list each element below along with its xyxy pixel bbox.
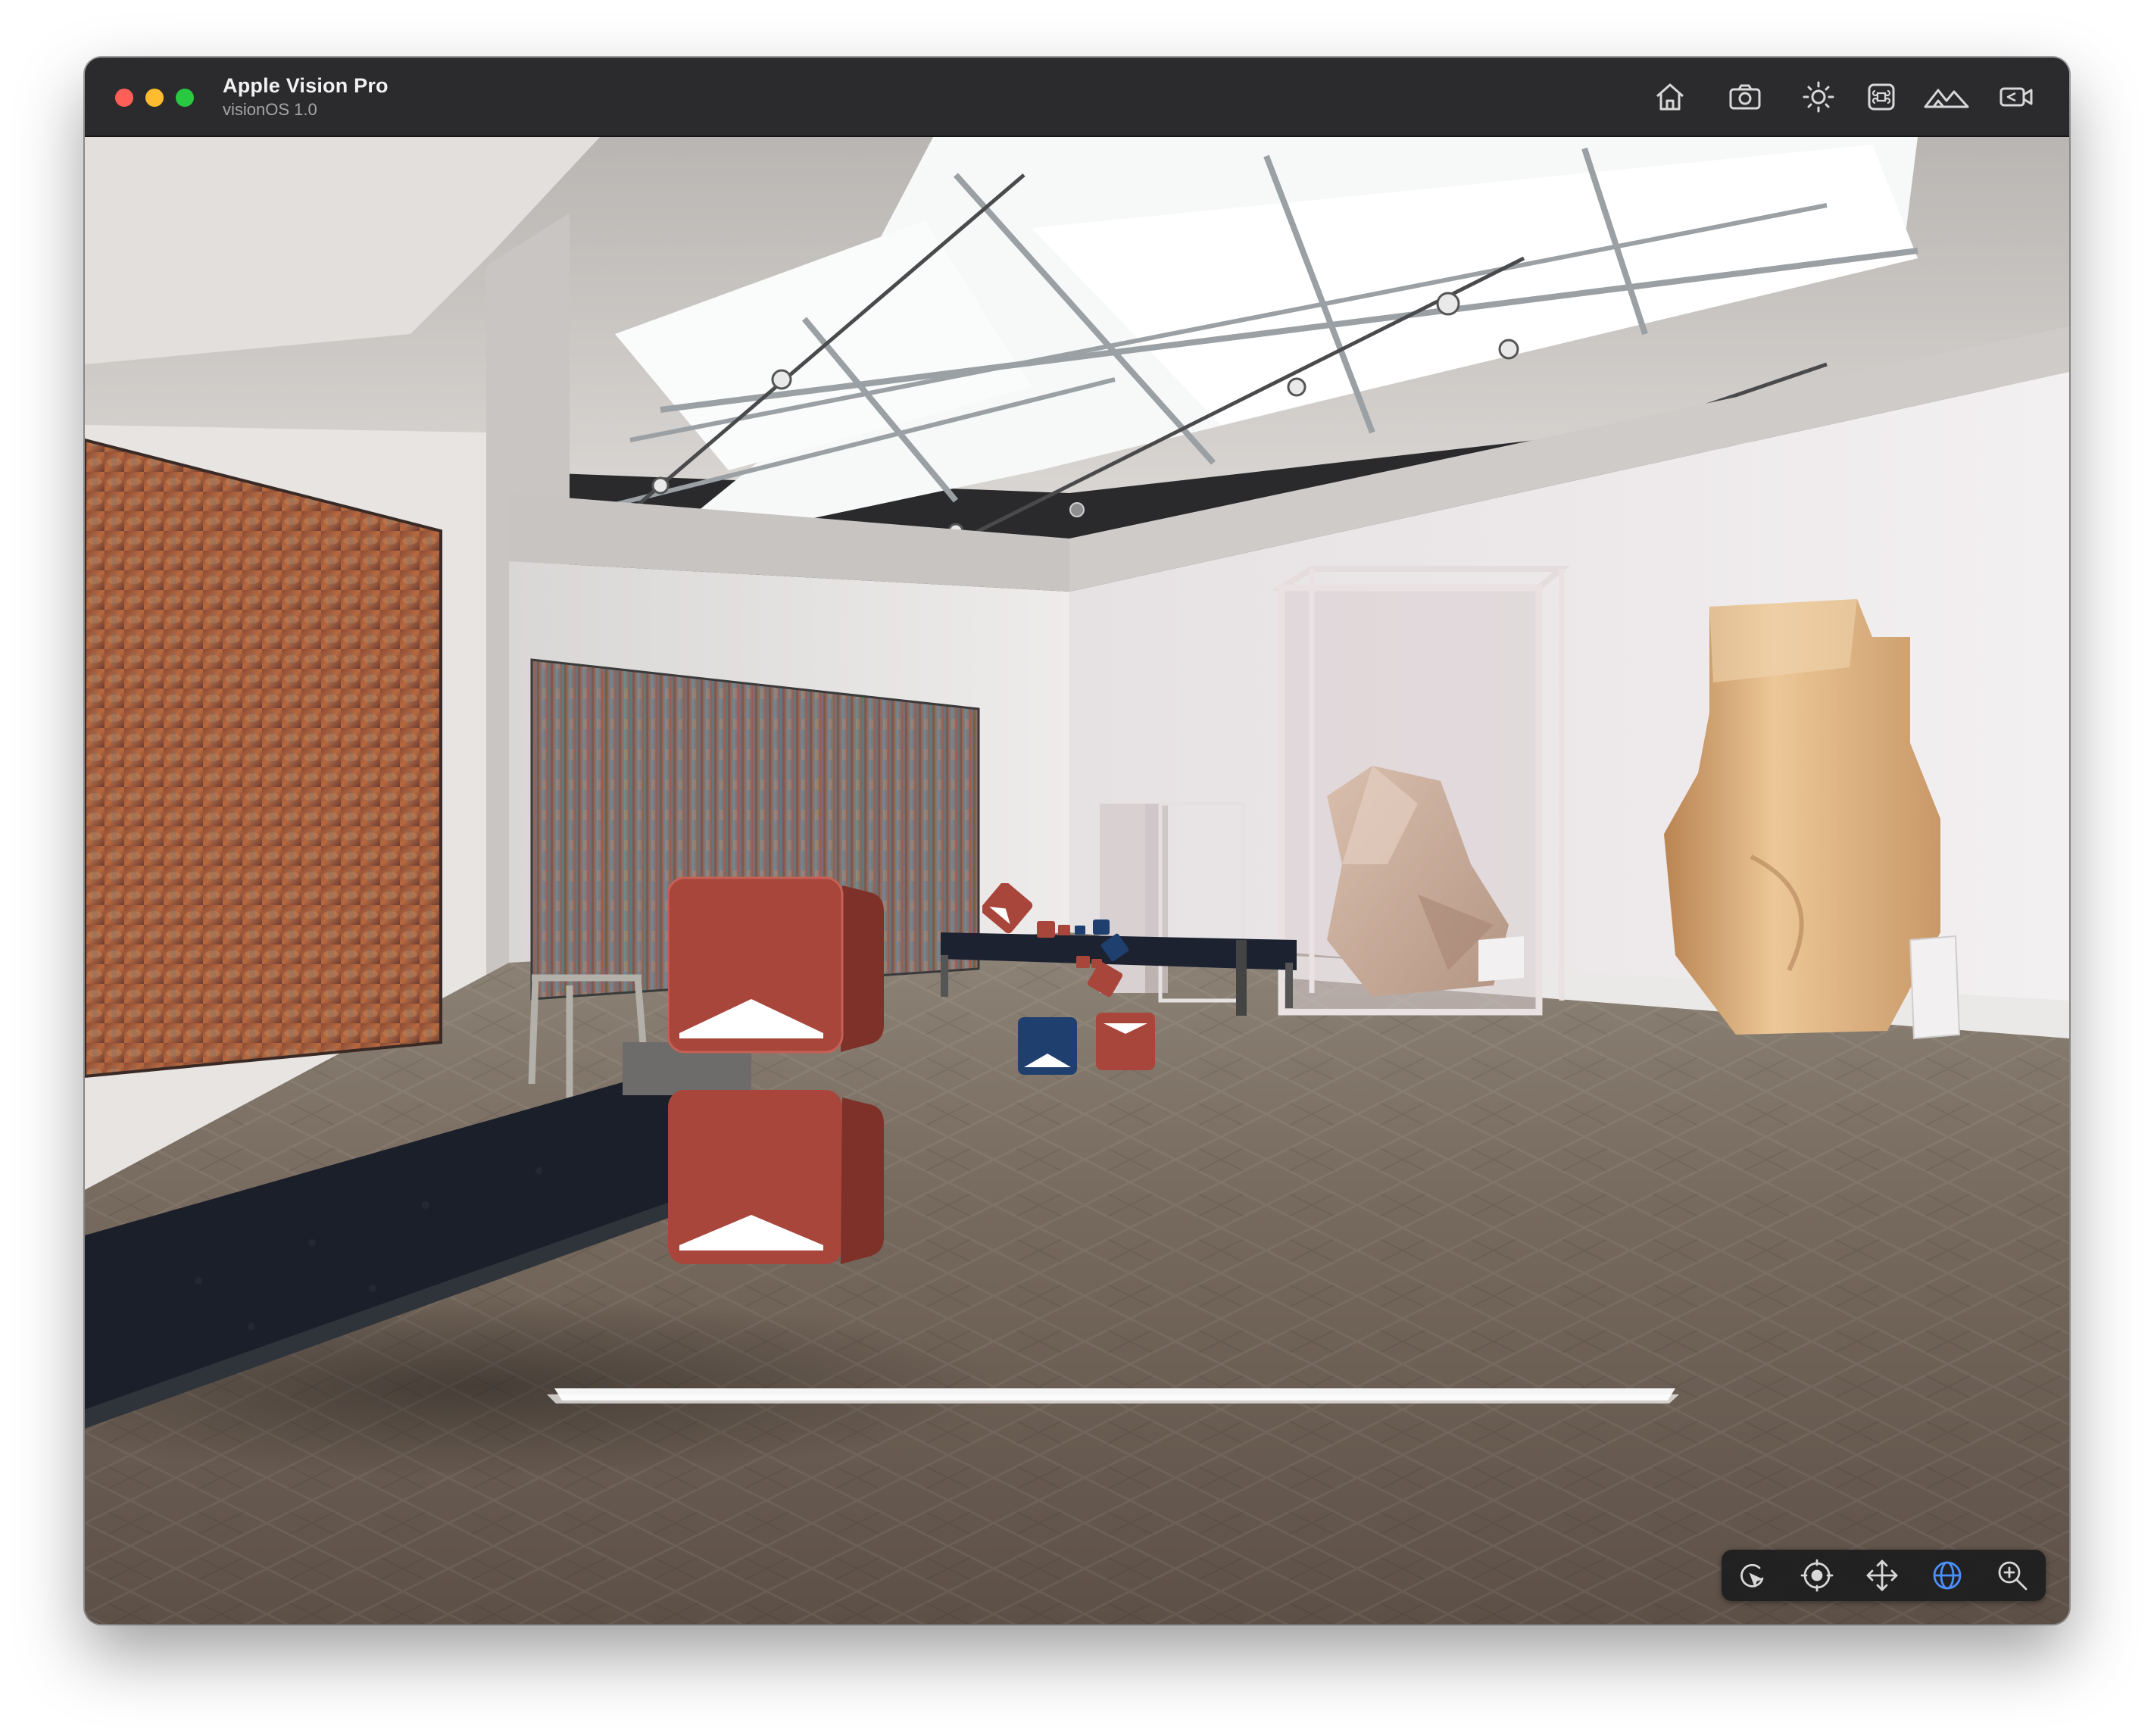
title-bar: Apple Vision Pro visionOS 1.0 <box>85 58 2069 137</box>
gallery-environment <box>85 137 2069 1624</box>
simulator-window: Apple Vision Pro visionOS 1.0 <box>85 58 2069 1624</box>
floating-cubes-cluster[interactable] <box>980 881 1225 1019</box>
minimize-window-button[interactable] <box>145 89 164 107</box>
window-title: Apple Vision Pro <box>223 74 389 97</box>
look-around-icon[interactable] <box>1799 1557 1835 1594</box>
zoom-window-button[interactable] <box>176 89 194 107</box>
orbit-globe-icon[interactable] <box>1929 1557 1965 1594</box>
close-window-button[interactable] <box>115 89 133 107</box>
camera-icon[interactable] <box>1726 78 1764 116</box>
small-blue-cube[interactable] <box>1016 1014 1082 1078</box>
record-video-icon[interactable] <box>1997 78 2035 116</box>
select-pointer-icon[interactable] <box>1734 1557 1770 1594</box>
immersive-scene-viewport[interactable] <box>85 137 2069 1624</box>
home-icon[interactable] <box>1651 78 1689 116</box>
pan-move-icon[interactable] <box>1864 1557 1900 1594</box>
zoom-icon[interactable] <box>1994 1557 2031 1594</box>
stacked-cube-bottom[interactable] <box>668 1082 891 1268</box>
environment-mountain-icon[interactable] <box>1923 78 1970 116</box>
brightness-icon[interactable] <box>1800 78 1837 116</box>
command-key-icon[interactable] <box>1862 78 1900 116</box>
simulator-interaction-toolbar <box>1722 1550 2046 1601</box>
window-subtitle: visionOS 1.0 <box>223 100 317 119</box>
stacked-cube-top[interactable] <box>666 870 891 1056</box>
